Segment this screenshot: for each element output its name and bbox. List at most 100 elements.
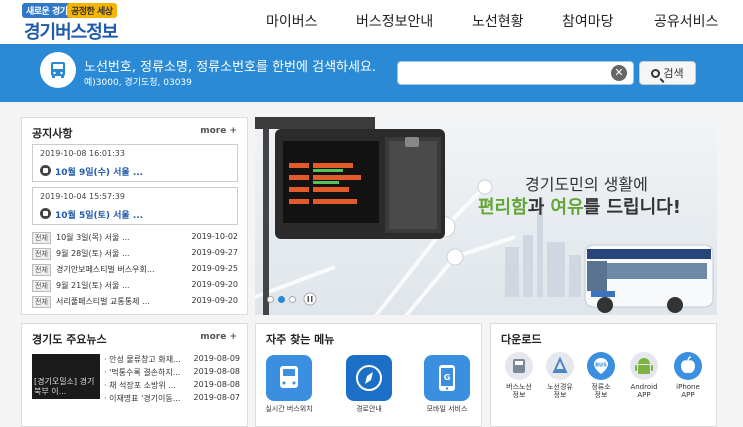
banner-dot[interactable] (289, 296, 296, 303)
download-label-line2: 정보 (553, 391, 567, 399)
bus-icon (40, 52, 76, 88)
search-example: 예)3000, 경기도청, 03039 (84, 78, 192, 88)
download-label-line2: APP (681, 391, 695, 399)
notice-row[interactable]: 전체 서리풀페스티벌 교통통제 ... 2019-09-20 (32, 295, 238, 309)
news-row-date: 2019-08-08 (193, 367, 241, 376)
notice-row-text: 경기안보페스티벌 버스우회... (56, 265, 155, 274)
notice-badge: 전체 (32, 296, 51, 308)
notice-badge: 전체 (32, 280, 51, 292)
notice-row-date: 2019-10-02 (191, 232, 239, 241)
clear-icon[interactable]: ✕ (611, 65, 627, 81)
news-thumb-caption: [경기오밀소] 경기북부 이... (34, 377, 95, 396)
download-label-line2: 정보 (512, 391, 526, 399)
notice-badge: 전체 (32, 248, 51, 260)
news-row-date: 2019-08-07 (193, 393, 241, 402)
news-row-text: · 이재명표 '경기이동... (104, 394, 181, 403)
search-icon (651, 69, 661, 78)
news-row[interactable]: · '먹통수록 결손하지... 2019-08-08 (104, 367, 240, 379)
bus-route-info-icon[interactable] (505, 352, 533, 380)
site-header: 새로운 경기 공정한 세상 경기버스정보 마이버스 버스정보안내 노선현황 참여… (0, 0, 743, 44)
nav-bus-info[interactable]: 버스정보안내 (356, 11, 433, 31)
download-label: 노선경유 정보 (540, 383, 580, 399)
banner-dot[interactable] (267, 296, 274, 303)
news-thumbnail[interactable]: [경기오밀소] 경기북부 이... (32, 354, 100, 399)
news-row-text: · '먹통수록 결손하지... (104, 368, 181, 377)
banner-headline: 경기도민의 생활에 (525, 175, 648, 194)
menu-label-realtime: 실시간 버스위치 (265, 405, 313, 413)
notice-row-date: 2019-09-27 (191, 248, 239, 257)
notice-card[interactable]: 2019-10-04 15:57:39 10월 5일(토) 서울 ... (32, 187, 238, 225)
nav-route-status[interactable]: 노선현황 (472, 11, 524, 31)
search-button-label: 검색 (663, 67, 684, 80)
menu-title: 자주 찾는 메뉴 (266, 333, 335, 346)
notice-row[interactable]: 전체 9월 28일(토) 서울 ... 2019-09-27 (32, 247, 238, 261)
search-button[interactable]: 검색 (639, 61, 696, 85)
banner-tagline: 편리함과 여유를 드립니다! (478, 193, 681, 219)
android-icon[interactable] (630, 352, 658, 380)
menu-label-mobile: 모바일 서비스 (426, 405, 468, 413)
notice-row[interactable]: 전체 10월 3일(목) 서울 ... 2019-10-02 (32, 231, 238, 245)
news-row-text: · 채 석장포 소방위 ... (104, 381, 176, 390)
download-label: Android APP (624, 383, 664, 399)
download-label-line1: iPhone (676, 383, 700, 391)
bus-location-icon (280, 366, 298, 388)
search-heading: 노선번호, 정류소명, 정류소번호를 한번에 검색하세요. (84, 60, 377, 75)
news-panel: 경기도 주요뉴스 more + [경기오밀소] 경기북부 이... · 안성 물… (21, 323, 248, 427)
notice-card-text: 10월 9일(수) 서울 ... (55, 168, 144, 178)
route-guide-tile[interactable] (346, 355, 392, 401)
notice-row-date: 2019-09-20 (191, 296, 239, 305)
apple-icon[interactable] (674, 352, 702, 380)
notice-row-text: 9월 21일(토) 서울 ... (56, 281, 130, 290)
download-title: 다운로드 (501, 333, 542, 346)
banner-tagline-and: 과 (527, 197, 551, 218)
download-label-line1: 정류소 (591, 383, 611, 391)
download-label-line1: 버스노선 (506, 383, 532, 391)
download-label: iPhone APP (668, 383, 708, 399)
search-input[interactable] (397, 61, 634, 85)
download-label: 버스노선 정보 (499, 383, 539, 399)
route-via-info-icon[interactable] (546, 352, 574, 380)
news-row-date: 2019-08-08 (193, 380, 241, 389)
search-band: 노선번호, 정류소명, 정류소번호를 한번에 검색하세요. 예)3000, 경기… (0, 44, 743, 102)
news-row[interactable]: · 안성 물류창고 화재... 2019-08-09 (104, 354, 240, 366)
mobile-phone-icon: G (439, 365, 455, 391)
news-more-link[interactable]: more + (200, 332, 237, 342)
compass-icon (356, 365, 382, 391)
notice-title: 공지사항 (32, 127, 73, 140)
mobile-service-tile[interactable]: G (424, 355, 470, 401)
banner-tagline-leisure: 여유 (550, 197, 584, 218)
nav-my-bus[interactable]: 마이버스 (266, 11, 318, 31)
notice-row[interactable]: 전체 9월 21일(토) 서울 ... 2019-09-20 (32, 279, 238, 293)
notice-badge: 전체 (32, 264, 51, 276)
notice-row[interactable]: 전체 경기안보페스티벌 버스우회... 2019-09-25 (32, 263, 238, 277)
notice-more-link[interactable]: more + (200, 126, 237, 136)
realtime-bus-tile[interactable] (266, 355, 312, 401)
notice-row-date: 2019-09-20 (191, 280, 239, 289)
speaker-icon (40, 165, 51, 176)
frequent-menu-panel: 자주 찾는 메뉴 실시간 버스위치 경로안내 G 모바일 서비스 (255, 323, 482, 427)
news-row[interactable]: · 채 석장포 소방위 ... 2019-08-08 (104, 380, 240, 392)
svg-text:BUS: BUS (595, 363, 607, 369)
notice-row-text: 9월 28일(토) 서울 ... (56, 249, 130, 258)
banner-tagline-convenience: 편리함 (478, 197, 528, 218)
notice-card[interactable]: 2019-10-08 16:01:33 10월 9일(수) 서울 ... (32, 144, 238, 182)
nav-participation[interactable]: 참여마당 (562, 11, 614, 31)
banner-tagline-end: 를 드립니다! (583, 197, 681, 218)
speaker-icon (40, 208, 51, 219)
banner-dot-active[interactable] (278, 296, 285, 303)
notice-timestamp: 2019-10-04 15:57:39 (40, 192, 125, 201)
download-panel: 다운로드 버스노선 정보 노선경유 정보 BUS 정류소 정보 Android APP … (490, 323, 717, 427)
download-label-line1: Android (630, 383, 658, 391)
news-row-text: · 안성 물류창고 화재... (104, 355, 181, 364)
news-title: 경기도 주요뉴스 (32, 333, 107, 346)
notice-row-text: 서리풀페스티벌 교통통제 ... (56, 297, 150, 306)
bus-stop-info-icon[interactable]: BUS (587, 352, 615, 380)
svg-text:G: G (444, 373, 451, 382)
notice-row-date: 2019-09-25 (191, 264, 239, 273)
news-row[interactable]: · 이재명표 '경기이동... 2019-08-07 (104, 393, 240, 405)
news-row-date: 2019-08-09 (193, 354, 241, 363)
download-label-line1: 노선경유 (547, 383, 573, 391)
main-nav: 마이버스 버스정보안내 노선현황 참여마당 공유서비스 (0, 0, 743, 44)
nav-shared-services[interactable]: 공유서비스 (654, 11, 718, 31)
notice-row-text: 10월 3일(목) 서울 ... (56, 233, 130, 242)
